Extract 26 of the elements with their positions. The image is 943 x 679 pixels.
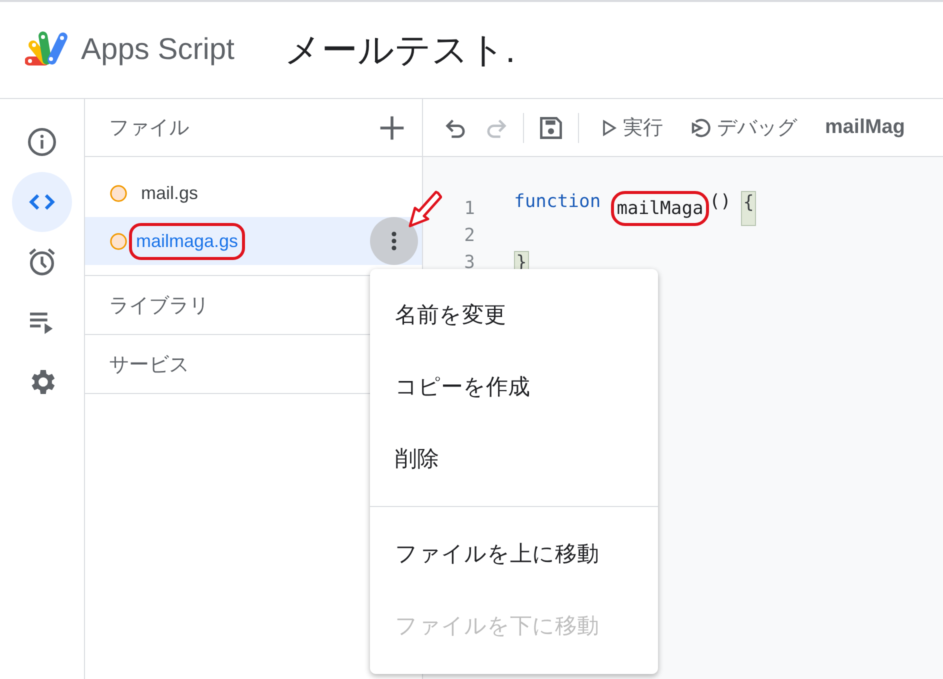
file-item[interactable]: mail.gs <box>85 169 422 217</box>
project-title[interactable]: メールテスト. <box>284 26 516 74</box>
info-icon <box>26 126 58 158</box>
code-token: { <box>741 191 756 226</box>
files-heading: ファイル <box>109 116 189 141</box>
file-name: mailmaga.gs <box>129 222 246 260</box>
line-number: 1 <box>463 198 475 219</box>
line-number: 3 <box>463 252 475 273</box>
file-name: mail.gs <box>140 182 200 205</box>
code-token: () <box>709 191 732 214</box>
function-selector[interactable]: mailMag <box>825 116 906 139</box>
file-status-icon <box>109 184 128 202</box>
run-button[interactable]: 実行 <box>593 114 669 141</box>
menu-item[interactable]: 削除 <box>370 423 658 495</box>
debug-button[interactable]: デバッグ <box>683 114 803 141</box>
code-token: mailMaga <box>610 191 710 226</box>
save-icon[interactable] <box>538 114 564 140</box>
more-options-button[interactable] <box>370 217 418 265</box>
more-vertical-icon <box>390 229 398 253</box>
code-token: function <box>514 191 601 214</box>
menu-item[interactable]: ファイルを上に移動 <box>370 518 658 590</box>
file-item[interactable]: mailmaga.gs <box>85 217 422 265</box>
line-number: 2 <box>463 225 475 246</box>
file-status-icon <box>109 232 128 250</box>
app-name: Apps Script <box>81 33 234 67</box>
add-file-icon[interactable] <box>378 114 406 142</box>
